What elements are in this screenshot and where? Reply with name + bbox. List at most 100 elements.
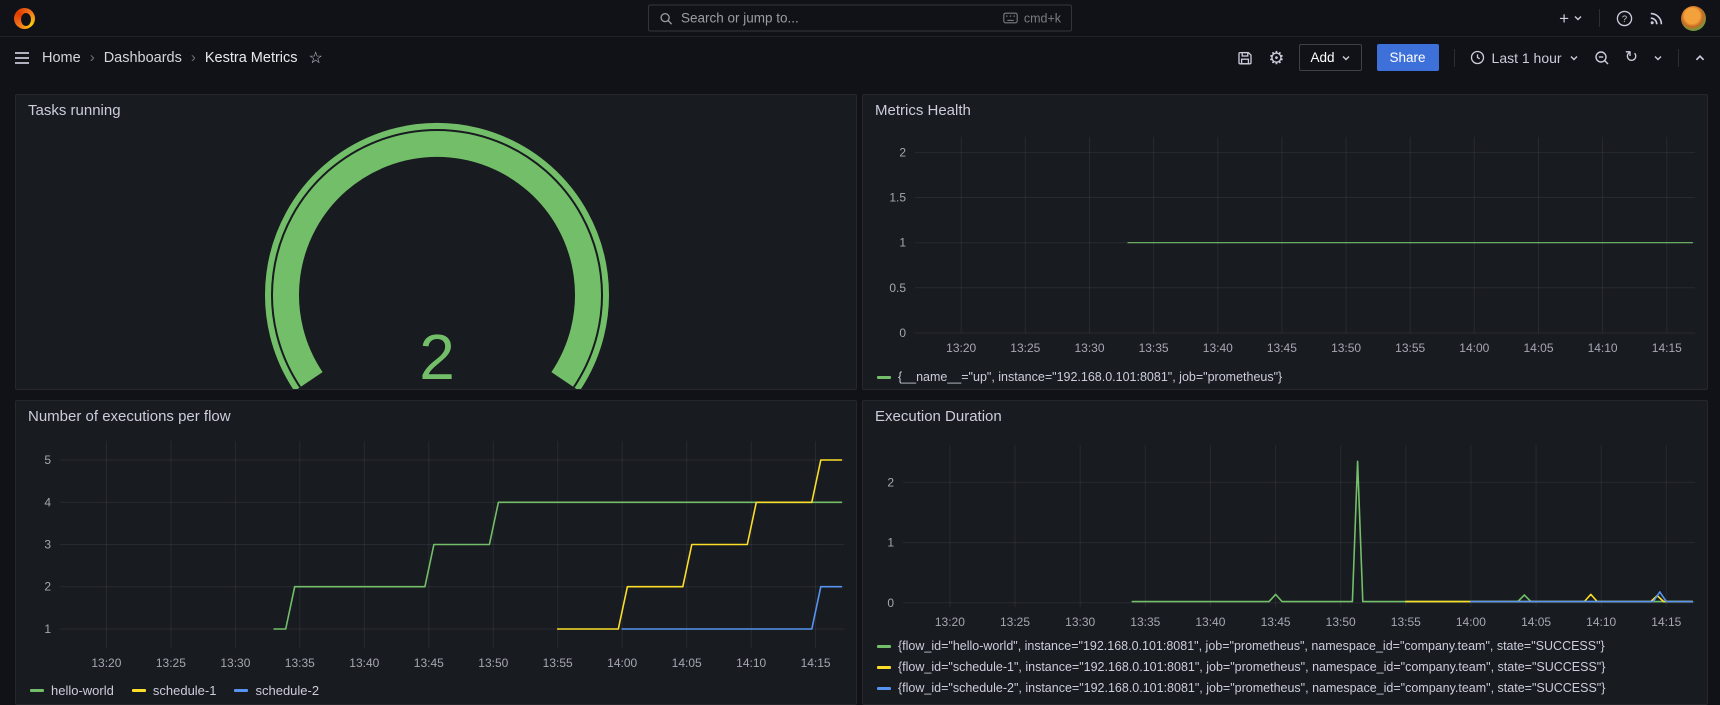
svg-text:14:10: 14:10 [1586,615,1616,629]
legend-item[interactable]: hello-world [30,683,114,698]
time-range-label: Last 1 hour [1492,50,1562,66]
svg-text:1.5: 1.5 [889,191,906,205]
series-label: {flow_id="schedule-1", instance="192.168… [898,660,1605,674]
keyboard-icon [1003,13,1018,24]
legend-item[interactable]: schedule-2 [234,683,319,698]
top-bar: Search or jump to... cmd+k + [0,0,1720,37]
collapse-toolbar-button[interactable] [1694,52,1706,64]
panel-metrics-health: Metrics Health 13:2013:2513:3013:3513:40… [862,94,1708,390]
dashboard-toolbar: Home › Dashboards › Kestra Metrics ☆ ⚙ A… [0,37,1720,78]
series-color-chip [877,645,891,648]
panel-title: Execution Duration [863,401,1707,431]
svg-text:2: 2 [887,475,894,489]
svg-text:13:20: 13:20 [946,341,976,355]
svg-text:14:05: 14:05 [1521,615,1551,629]
svg-text:13:25: 13:25 [156,656,186,670]
grafana-logo-icon[interactable] [14,8,35,29]
svg-text:14:00: 14:00 [1456,615,1486,629]
share-button-label: Share [1390,50,1426,65]
gauge: 2 [16,95,856,389]
breadcrumb-current: Kestra Metrics [205,50,298,66]
legend-item[interactable]: {flow_id="schedule-2", instance="192.168… [877,681,1605,695]
svg-text:13:55: 13:55 [543,656,573,670]
svg-text:14:10: 14:10 [1588,341,1618,355]
refresh-button[interactable]: ↻ [1625,50,1638,66]
svg-text:0: 0 [899,326,906,340]
save-dashboard-button[interactable] [1237,50,1253,66]
svg-text:13:50: 13:50 [1326,615,1356,629]
legend-item[interactable]: {flow_id="hello-world", instance="192.16… [877,639,1605,653]
panel-tasks-running: Tasks running 2 [15,94,857,390]
series-color-chip [234,689,248,692]
refresh-icon: ↻ [1625,49,1638,66]
breadcrumb-home[interactable]: Home [42,50,81,66]
svg-text:13:20: 13:20 [91,656,121,670]
svg-text:13:30: 13:30 [1074,341,1104,355]
svg-text:13:35: 13:35 [285,656,315,670]
breadcrumb-dashboards[interactable]: Dashboards [104,50,182,66]
svg-text:13:30: 13:30 [1065,615,1095,629]
svg-text:14:00: 14:00 [607,656,637,670]
new-menu-button[interactable]: + [1559,10,1583,27]
duration-chart: 13:2013:2513:3013:3513:4013:4513:5013:55… [863,431,1707,635]
time-range-picker[interactable]: Last 1 hour [1470,50,1579,66]
search-input[interactable]: Search or jump to... cmd+k [648,5,1072,32]
hamburger-icon [14,51,30,65]
svg-text:13:40: 13:40 [1195,615,1225,629]
svg-text:1: 1 [899,236,906,250]
save-icon [1237,50,1253,66]
series-color-chip [877,376,891,379]
legend-item[interactable]: {flow_id="schedule-1", instance="192.168… [877,660,1605,674]
chevron-down-icon [1341,53,1351,63]
svg-text:14:15: 14:15 [1652,341,1682,355]
panel-title: Number of executions per flow [16,401,856,431]
svg-text:13:50: 13:50 [478,656,508,670]
svg-text:4: 4 [44,495,51,509]
svg-text:13:25: 13:25 [1010,341,1040,355]
mega-menu-toggle-button[interactable] [14,51,30,65]
svg-text:13:45: 13:45 [1267,341,1297,355]
svg-text:2: 2 [899,145,906,159]
search-placeholder: Search or jump to... [681,11,799,26]
svg-text:14:15: 14:15 [1651,615,1681,629]
chevron-right-icon: › [90,49,95,66]
series-color-chip [877,666,891,669]
grafana-app: Search or jump to... cmd+k + [0,0,1720,705]
divider [1454,49,1455,67]
share-button[interactable]: Share [1377,44,1439,71]
panel-execution-duration: Execution Duration 13:2013:2513:3013:351… [862,400,1708,705]
svg-text:13:40: 13:40 [349,656,379,670]
refresh-interval-picker[interactable] [1653,53,1663,63]
favorite-star-button[interactable]: ☆ [309,48,323,68]
rss-icon [1649,10,1665,26]
question-circle-icon: ? [1616,10,1633,27]
svg-text:13:35: 13:35 [1130,615,1160,629]
news-button[interactable] [1649,10,1665,26]
svg-text:1: 1 [44,622,51,636]
series-label: {__name__="up", instance="192.168.0.101:… [898,370,1282,384]
zoom-out-icon [1594,50,1610,66]
dashboard-settings-button[interactable]: ⚙ [1268,49,1284,67]
legend-item[interactable]: {__name__="up", instance="192.168.0.101:… [877,370,1282,384]
executions-chart: 13:2013:2513:3013:3513:4013:4513:5013:55… [16,431,856,678]
series-label: schedule-2 [255,683,319,698]
svg-text:1: 1 [887,536,894,550]
svg-text:14:05: 14:05 [1523,341,1553,355]
metrics-health-chart: 13:2013:2513:3013:3513:4013:4513:5013:55… [863,125,1707,363]
search-icon [659,11,673,25]
series-label: hello-world [51,683,114,698]
add-panel-button[interactable]: Add [1299,44,1361,71]
chevron-down-icon [1573,13,1583,23]
plus-icon: + [1559,10,1569,27]
legend-item[interactable]: schedule-1 [132,683,217,698]
help-button[interactable]: ? [1616,10,1633,27]
series-color-chip [30,689,44,692]
svg-text:14:10: 14:10 [736,656,766,670]
svg-text:5: 5 [44,453,51,467]
search-shortcut-label: cmd+k [1024,11,1061,25]
zoom-out-button[interactable] [1594,50,1610,66]
user-avatar[interactable] [1681,6,1706,31]
series-label: {flow_id="hello-world", instance="192.16… [898,639,1605,653]
chevron-down-icon [1653,53,1663,63]
svg-text:13:55: 13:55 [1395,341,1425,355]
